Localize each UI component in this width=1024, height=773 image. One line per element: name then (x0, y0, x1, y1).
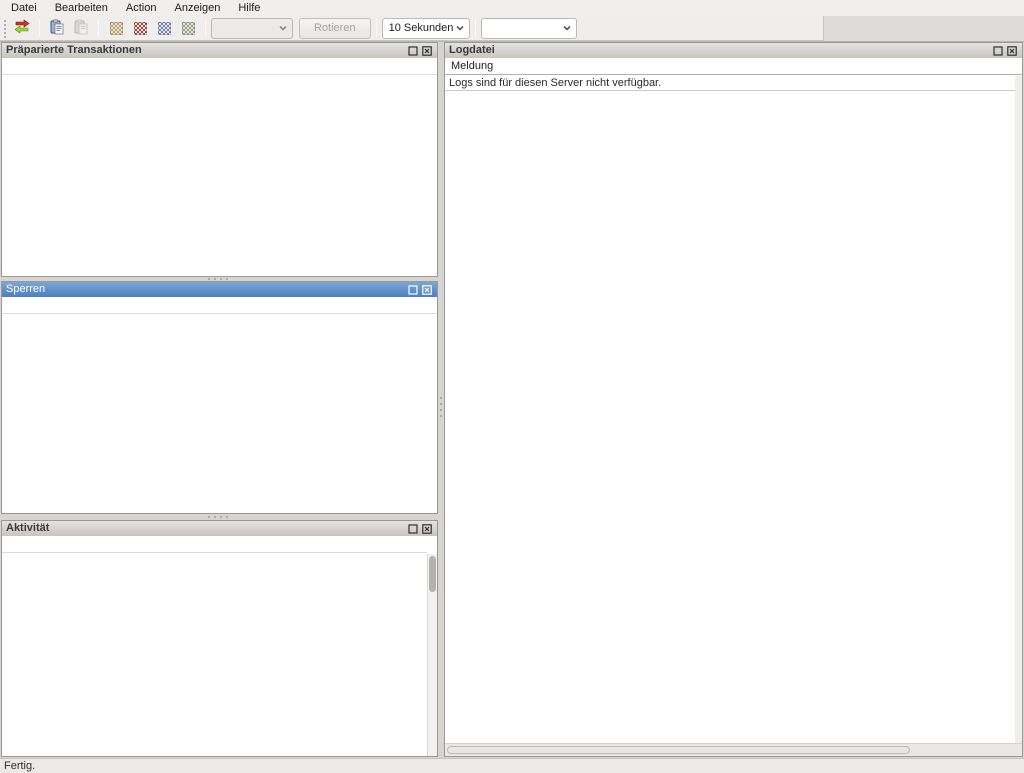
toggle-logfile-button[interactable] (176, 17, 200, 39)
maximize-icon[interactable] (407, 523, 419, 535)
interval-combo-value: 10 Sekunden (389, 22, 454, 34)
scrollbar-thumb[interactable] (447, 746, 910, 754)
refresh-rate-combo[interactable] (211, 18, 293, 39)
list-header (2, 297, 437, 314)
toolbar-separator (39, 19, 40, 37)
toolbar-grip[interactable] (2, 18, 7, 38)
rotate-button-label: Rotieren (314, 22, 356, 34)
copy-icon (49, 19, 65, 38)
pane-prepared-transactions: Präparierte Transaktionen (1, 42, 438, 277)
refresh-button[interactable] (10, 17, 34, 39)
copy-report-icon (73, 19, 89, 38)
toolbar-separator (98, 19, 99, 37)
chevron-down-icon (562, 23, 572, 33)
close-icon[interactable] (421, 45, 433, 57)
copy-report-button[interactable] (69, 17, 93, 39)
pane-caption: Präparierte Transaktionen (2, 43, 437, 58)
toolbar-row: Rotieren 10 Sekunden (0, 16, 1024, 42)
sash-grip-dots (206, 516, 232, 518)
pane-caption: Sperren (2, 282, 437, 297)
vertical-scrollbar[interactable] (427, 554, 437, 756)
toggle-logfile-icon (182, 22, 195, 35)
menu-action[interactable]: Action (117, 1, 166, 16)
logfile-message-row[interactable]: Logs sind für diesen Server nicht verfüg… (445, 75, 1022, 91)
toolbar: Rotieren 10 Sekunden (0, 16, 824, 41)
pane-locks: Sperren (1, 281, 438, 514)
pane-caption: Logdatei (445, 43, 1022, 58)
locks-list[interactable] (2, 297, 437, 513)
maximize-icon[interactable] (992, 45, 1004, 57)
pane-title: Logdatei (449, 43, 990, 58)
toggle-activity-button[interactable] (104, 17, 128, 39)
toolbar-separator (205, 19, 206, 37)
menu-bar: Datei Bearbeiten Action Anzeigen Hilfe (0, 0, 1024, 16)
menu-hilfe[interactable]: Hilfe (229, 1, 269, 16)
pane-title: Sperren (6, 282, 405, 297)
logformat-combo[interactable] (481, 18, 577, 39)
list-header (2, 58, 437, 75)
close-icon[interactable] (421, 284, 433, 296)
logfile-list[interactable]: Meldung Logs sind für diesen Server nich… (445, 58, 1022, 756)
list-header (2, 536, 427, 553)
status-bar: Fertig. (0, 758, 1024, 773)
rotate-button[interactable]: Rotieren (299, 18, 371, 39)
pane-caption: Aktivität (2, 521, 437, 536)
toolbar-separator (475, 19, 476, 37)
menu-anzeigen[interactable]: Anzeigen (165, 1, 229, 16)
vertical-scrollbar-track (1015, 76, 1022, 743)
interval-combo[interactable]: 10 Sekunden (382, 18, 470, 39)
close-icon[interactable] (421, 523, 433, 535)
copy-button[interactable] (45, 17, 69, 39)
menu-bearbeiten[interactable]: Bearbeiten (46, 1, 117, 16)
toggle-transactions-button[interactable] (152, 17, 176, 39)
toggle-locks-button[interactable] (128, 17, 152, 39)
dock-area: Präparierte Transaktionen Sperren (0, 42, 1024, 758)
activity-list[interactable] (2, 536, 437, 756)
menu-datei[interactable]: Datei (2, 1, 46, 16)
toggle-transactions-icon (158, 22, 171, 35)
horizontal-scrollbar[interactable] (445, 743, 1022, 756)
sash-grip-dots (440, 395, 442, 421)
close-icon[interactable] (1006, 45, 1018, 57)
prepared-transactions-list[interactable] (2, 58, 437, 276)
toolbar-separator (376, 19, 377, 37)
scrollbar-thumb[interactable] (429, 556, 436, 592)
maximize-icon[interactable] (407, 45, 419, 57)
chevron-down-icon (455, 23, 465, 33)
server-status-window: Datei Bearbeiten Action Anzeigen Hilfe (0, 0, 1024, 773)
sash-grip-dots (206, 278, 232, 280)
chevron-down-icon (278, 23, 288, 33)
pane-activity: Aktivität (1, 520, 438, 757)
status-text: Fertig. (4, 760, 35, 772)
toggle-locks-icon (134, 22, 147, 35)
maximize-icon[interactable] (407, 284, 419, 296)
refresh-icon (13, 19, 31, 38)
pane-title: Präparierte Transaktionen (6, 43, 405, 58)
pane-logfile: Logdatei Meldung Logs sind für diesen Se… (444, 42, 1023, 757)
pane-title: Aktivität (6, 521, 405, 536)
logfile-column-header[interactable]: Meldung (445, 58, 1022, 75)
toggle-activity-icon (110, 22, 123, 35)
